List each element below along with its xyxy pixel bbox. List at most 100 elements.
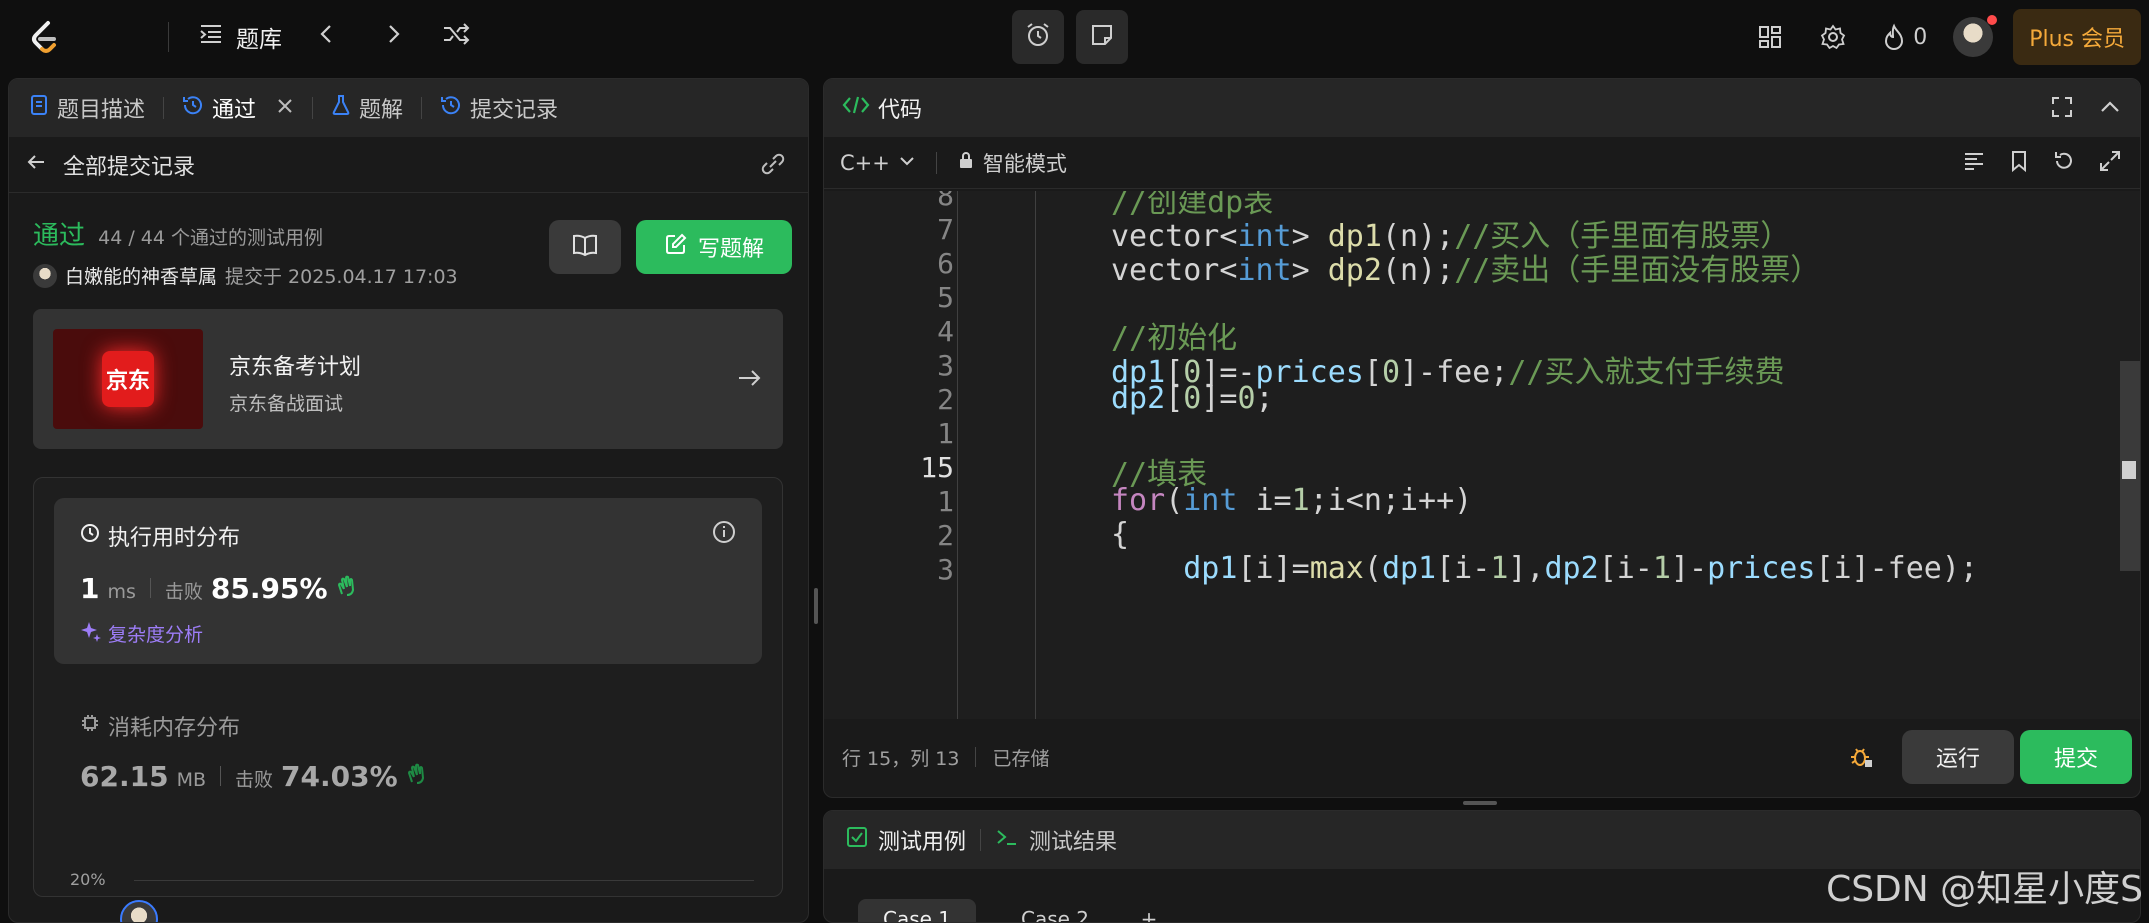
chart-axis-label: 20% xyxy=(70,870,106,889)
code-panel-header: 代码 xyxy=(824,79,2140,137)
write-solution-label: 写题解 xyxy=(697,237,764,262)
status-badge: 通过 xyxy=(33,221,86,251)
add-case-button[interactable]: + xyxy=(1134,899,1164,922)
case-tab-1[interactable]: Case 1 xyxy=(858,899,976,922)
note-icon xyxy=(1089,22,1115,52)
expand-icon[interactable] xyxy=(2098,149,2122,178)
line-number: 1 xyxy=(937,417,954,450)
chart-gridline xyxy=(134,880,754,881)
line-number: 7 xyxy=(937,213,954,246)
problem-list-label: 题库 xyxy=(236,27,282,53)
shuffle-icon[interactable] xyxy=(442,21,472,53)
cursor-position: 行 15，列 13 xyxy=(842,747,960,770)
tab-divider xyxy=(312,97,314,119)
prev-problem-icon[interactable] xyxy=(314,21,340,53)
runtime-title-label: 执行用时分布 xyxy=(108,526,241,551)
arrow-left-icon[interactable] xyxy=(25,151,47,179)
code-line[interactable]: dp2[0]=0; xyxy=(1111,381,1274,416)
tab-solutions[interactable]: 题解 xyxy=(331,92,403,124)
sparkle-icon xyxy=(80,620,102,647)
tab-test-result[interactable]: 测试结果 xyxy=(995,824,1117,856)
chevron-up-icon[interactable] xyxy=(2098,95,2122,125)
vertical-resize-handle[interactable] xyxy=(1463,801,1497,805)
reset-code-icon[interactable] xyxy=(2052,149,2076,178)
code-toolbar: C++ 智能模式 xyxy=(824,137,2140,189)
save-status: 已存储 xyxy=(992,747,1050,770)
line-number: 4 xyxy=(937,315,954,348)
case-tab-2[interactable]: Case 2 xyxy=(996,899,1114,922)
user-avatar[interactable] xyxy=(1953,15,1998,57)
runtime-beat-percent: 85.95% xyxy=(210,572,328,605)
view-editorial-button[interactable] xyxy=(549,220,621,274)
plus-membership-button[interactable]: Plus 会员 xyxy=(2013,9,2141,65)
submit-time: 提交于 2025.04.17 17:03 xyxy=(225,266,458,288)
leetcode-logo-icon[interactable] xyxy=(24,17,64,57)
divider xyxy=(220,766,222,786)
arrow-right-icon[interactable] xyxy=(735,364,763,396)
chevron-down-icon xyxy=(898,151,916,175)
beat-label: 击败 xyxy=(164,581,203,603)
tab-divider xyxy=(421,97,423,119)
history-icon xyxy=(182,94,204,122)
code-line[interactable]: vector<int> dp2(n);//卖出（手里面没有股票） xyxy=(1111,245,1820,289)
indent-guide xyxy=(957,191,958,719)
checkbox-icon xyxy=(846,826,868,854)
tab-divider xyxy=(163,97,165,119)
code-line[interactable]: for(int i=1;i<n;i++) xyxy=(1111,483,1472,518)
code-panel: 代码 C++ 智能模式 8 7 6 5 4 3 2 1 15 1 2 3 //创建dp表 vector<… xyxy=(823,78,2141,798)
beat-label: 击败 xyxy=(235,769,274,791)
chart-user-avatar[interactable] xyxy=(120,900,158,922)
run-button[interactable]: 运行 xyxy=(1902,730,2014,784)
line-number: 15 xyxy=(920,451,954,484)
info-icon[interactable] xyxy=(712,520,736,548)
tab-test-cases[interactable]: 测试用例 xyxy=(846,824,966,856)
editor-status-bar: 行 15，列 13 已存储 运行 提交 xyxy=(824,717,2140,797)
left-tabs: 题目描述 通过 题解 提交记录 xyxy=(9,79,808,137)
write-solution-button[interactable]: 写题解 xyxy=(636,220,792,274)
notes-button[interactable] xyxy=(1076,10,1128,64)
username[interactable]: 白嫩能的神香草属 xyxy=(65,262,217,289)
tab-submissions[interactable]: 提交记录 xyxy=(440,92,558,124)
maximize-icon[interactable] xyxy=(2050,95,2074,125)
smart-mode-toggle[interactable]: 智能模式 xyxy=(957,148,1067,178)
runtime-title: 执行用时分布 xyxy=(80,520,240,552)
top-bar: 题库 0 Plus 会员 xyxy=(0,0,2149,74)
problem-list-nav[interactable]: 题库 xyxy=(198,20,472,54)
memory-value-row: 62.15 MB 击败 74.03% xyxy=(80,760,432,793)
code-line[interactable]: dp1[i]=max(dp1[i-1],dp2[i-1]-prices[i]-f… xyxy=(1111,551,1978,586)
scroll-marker xyxy=(2122,461,2136,479)
line-number: 3 xyxy=(937,349,954,382)
terminal-icon xyxy=(995,826,1019,854)
layout-grid-icon[interactable] xyxy=(1757,24,1783,50)
share-link-icon[interactable] xyxy=(758,153,788,181)
center-tools xyxy=(1012,10,1128,64)
format-code-icon[interactable] xyxy=(1962,149,1986,178)
language-select[interactable]: C++ xyxy=(840,151,916,175)
memory-unit: MB xyxy=(176,769,207,791)
next-problem-icon[interactable] xyxy=(380,21,406,53)
debug-bug-icon[interactable] xyxy=(1848,743,1874,774)
complexity-analysis-link[interactable]: 复杂度分析 xyxy=(80,620,203,647)
streak-flame-icon[interactable] xyxy=(1881,23,1907,51)
runtime-card[interactable]: 执行用时分布 1 ms 击败 85.95% 复杂度分析 xyxy=(54,498,762,664)
settings-gear-icon[interactable] xyxy=(1819,23,1847,51)
bookmark-icon[interactable] xyxy=(2008,149,2030,178)
runtime-unit: ms xyxy=(107,581,136,603)
back-to-submissions[interactable]: 全部提交记录 xyxy=(9,137,808,193)
line-number: 8 xyxy=(937,191,954,212)
timer-button[interactable] xyxy=(1012,10,1064,64)
code-editor[interactable]: 8 7 6 5 4 3 2 1 15 1 2 3 //创建dp表 vector<int> dp1(n);… xyxy=(824,191,2140,719)
edit-icon xyxy=(664,232,688,262)
indent-guide xyxy=(1035,191,1036,719)
close-tab-icon[interactable] xyxy=(276,96,294,121)
jd-study-plan-card[interactable]: 京东 京东备考计划 京东备战面试 xyxy=(33,309,783,449)
test-result-label: 测试结果 xyxy=(1029,830,1118,855)
submit-button[interactable]: 提交 xyxy=(2020,730,2132,784)
tab-description[interactable]: 题目描述 xyxy=(29,92,145,124)
panel-resize-handle[interactable] xyxy=(814,588,818,624)
notification-dot xyxy=(1987,15,1998,25)
avatar[interactable] xyxy=(33,263,57,288)
tab-accepted[interactable]: 通过 xyxy=(182,92,294,124)
code-line[interactable]: { xyxy=(1111,517,1129,552)
memory-card-title[interactable]: 消耗内存分布 xyxy=(80,710,240,742)
